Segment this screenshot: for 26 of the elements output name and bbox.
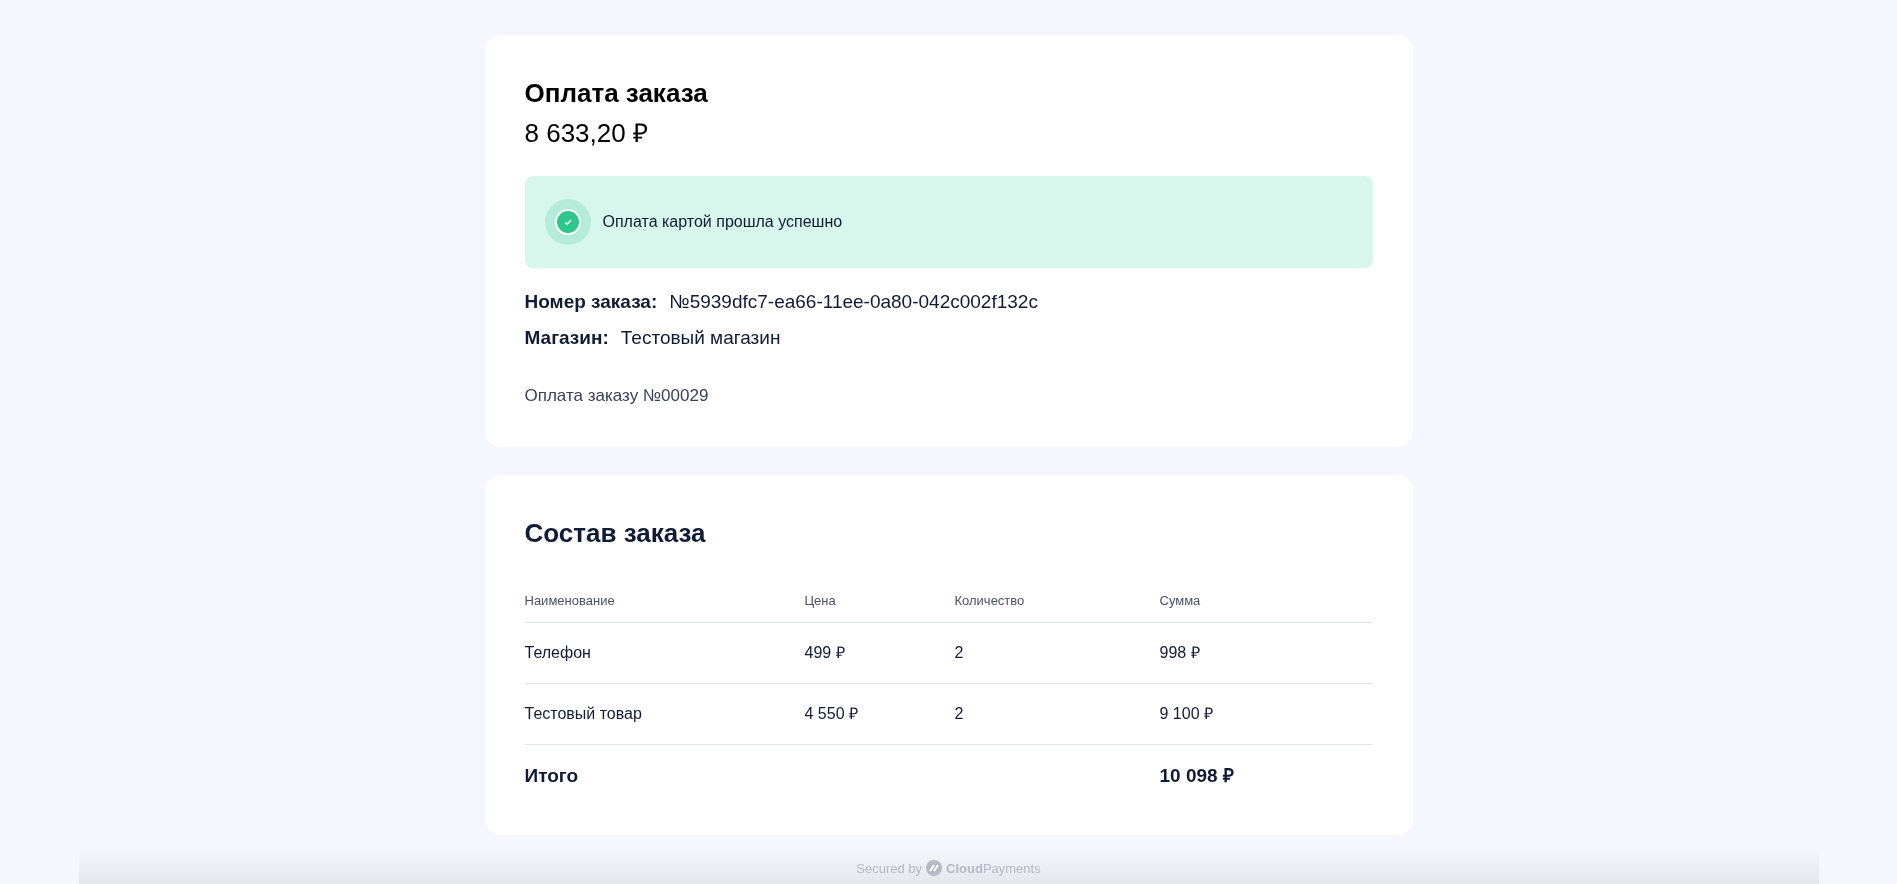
- total-value: 10 098 ₽: [1159, 763, 1235, 788]
- check-icon: [544, 199, 591, 245]
- brand-name: CloudPayments: [946, 860, 1041, 878]
- column-header: Цена: [804, 591, 837, 610]
- table-cell-text: Тестовый товар: [524, 704, 643, 724]
- table-cell-text: 499 ₽: [804, 643, 846, 663]
- detail-value: Тестовый магазин: [620, 326, 781, 350]
- order-title: Состав заказа: [524, 516, 707, 550]
- column-header: Сумма: [1159, 591, 1202, 610]
- table-cell-text: Телефон: [524, 643, 592, 663]
- table-cell-text: 2: [954, 643, 965, 663]
- detail-label: Магазин:: [524, 326, 609, 350]
- logo-icon: [926, 860, 943, 876]
- table-cell-text: 998 ₽: [1159, 643, 1201, 663]
- detail-label: Номер заказа:: [524, 290, 658, 314]
- detail-value: №5939dfc7-ea66-11ee-0a80-042c002f132c: [669, 290, 1038, 314]
- column-header: Количество: [954, 591, 1026, 610]
- status-message: Оплата картой прошла успешно: [602, 212, 843, 232]
- payment-amount: 8 633,20 ₽: [524, 117, 649, 150]
- table-cell-text: 4 550 ₽: [804, 704, 859, 724]
- payment-description: Оплата заказу №00029: [524, 385, 710, 407]
- column-header: Наименование: [524, 591, 616, 610]
- table-cell-text: 9 100 ₽: [1159, 704, 1214, 724]
- table-cell-text: 2: [954, 704, 965, 724]
- payment-title: Оплата заказа: [524, 77, 709, 110]
- total-label: Итого: [524, 763, 580, 788]
